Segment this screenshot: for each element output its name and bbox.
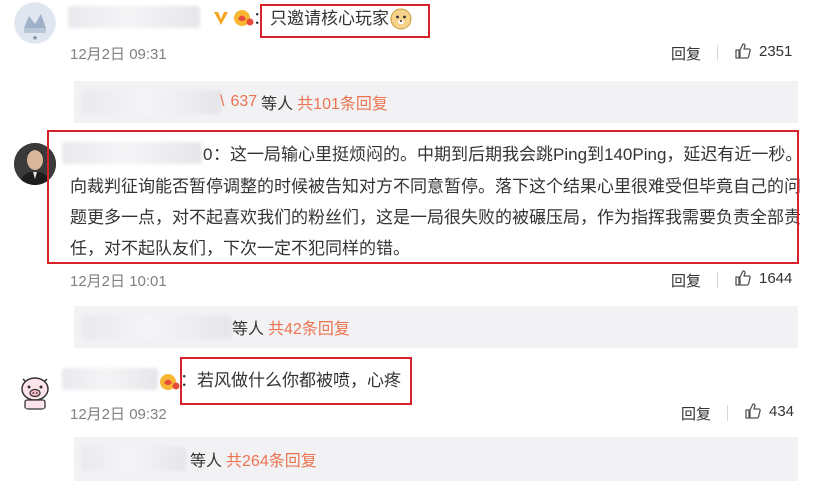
like-count: 434 [769, 402, 795, 420]
reply-summary[interactable]: \ 637 等人 共101条回复 [74, 81, 798, 123]
reply-total-link[interactable]: 共264条回复 [226, 447, 317, 471]
username-redacted [82, 90, 222, 114]
comment-time: 12月2日 09:32 [70, 406, 167, 423]
reply-user-count: 637 [230, 93, 258, 110]
reply-people-label: 等人 [261, 96, 294, 113]
avatar[interactable]: ★ [14, 2, 56, 44]
reply-summary[interactable]: 等人 共264条回复 [74, 437, 798, 481]
comment-time: 12月2日 10:01 [70, 273, 167, 290]
highlight-box [47, 130, 799, 264]
reply-button[interactable]: 回复 [681, 403, 711, 424]
reply-summary[interactable]: 等人 共42条回复 [74, 306, 798, 348]
reply-total-link[interactable]: 共101条回复 [297, 90, 388, 114]
fan-badge-icon [232, 8, 254, 33]
divider [717, 45, 718, 61]
like-count: 1644 [759, 269, 793, 287]
like-button[interactable]: 434 [744, 402, 794, 420]
vip-v-icon [212, 9, 230, 32]
username-redacted [82, 315, 232, 339]
reply-total-link[interactable]: 共42条回复 [268, 315, 350, 339]
reply-button[interactable]: 回复 [671, 43, 701, 64]
avatar[interactable] [14, 369, 56, 411]
thumbs-up-icon [734, 269, 752, 287]
svg-text:★: ★ [32, 34, 38, 42]
fan-badge-icon [158, 372, 180, 397]
reply-people-label: 等人 [190, 453, 223, 470]
username-redacted[interactable] [62, 368, 158, 390]
reply-people-label: 等人 [232, 321, 265, 338]
reply-button[interactable]: 回复 [671, 270, 701, 291]
divider [727, 405, 728, 421]
name-tail: \ [220, 93, 225, 110]
like-button[interactable]: 1644 [734, 269, 792, 287]
highlight-box [180, 357, 412, 405]
username-redacted[interactable] [68, 6, 200, 28]
highlight-box [260, 4, 430, 38]
like-count: 2351 [759, 42, 793, 60]
username-redacted [82, 447, 186, 471]
comment-time: 12月2日 09:31 [70, 46, 167, 63]
divider [717, 272, 718, 288]
thumbs-up-icon [734, 42, 752, 60]
thumbs-up-icon [744, 402, 762, 420]
like-button[interactable]: 2351 [734, 42, 792, 60]
